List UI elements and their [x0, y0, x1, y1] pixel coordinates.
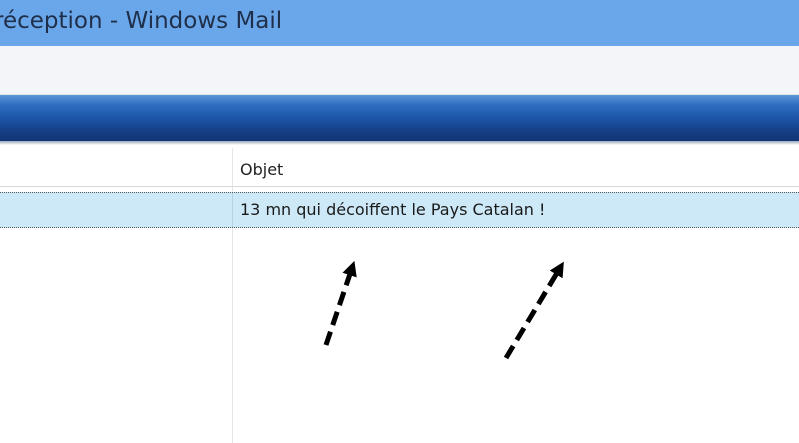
annotation-arrows: [323, 260, 564, 360]
dashed-arrow-icon: [503, 261, 564, 360]
dashed-arrow-icon: [323, 260, 357, 346]
